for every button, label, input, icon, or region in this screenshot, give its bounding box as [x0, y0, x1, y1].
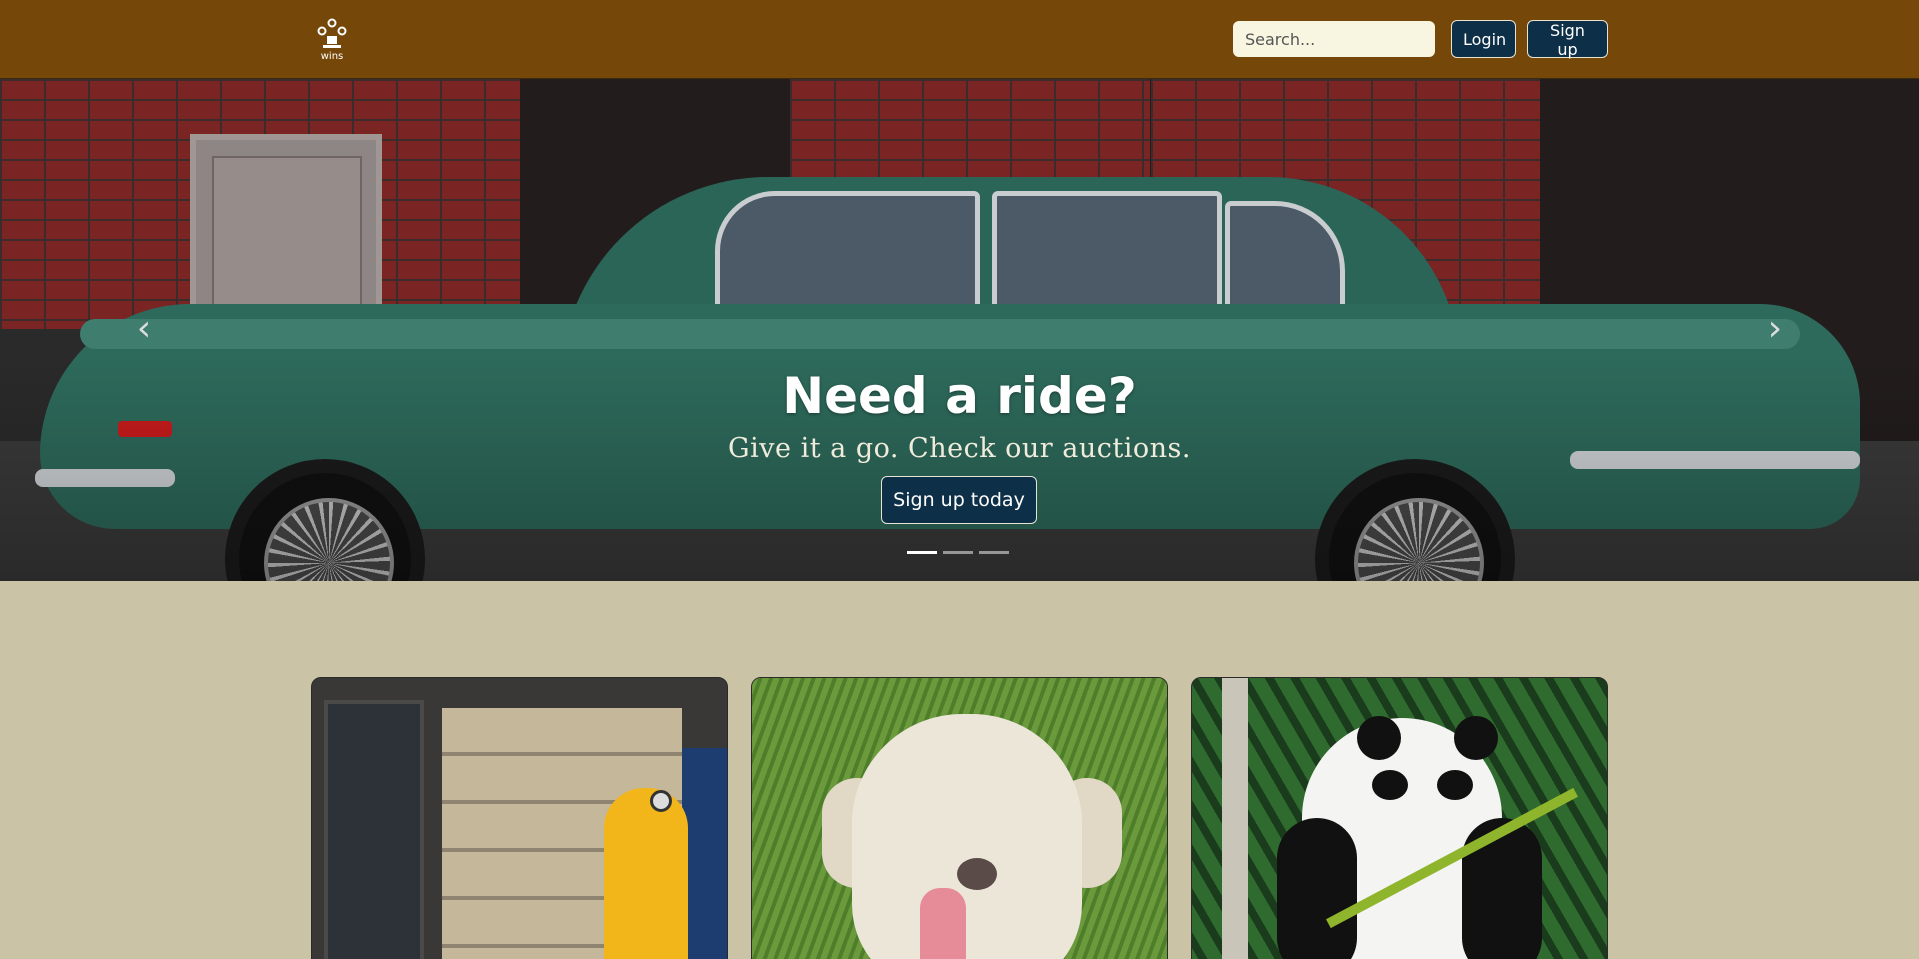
chevron-left-icon: ‹	[136, 308, 152, 349]
signup-button[interactable]: Sign up	[1527, 20, 1608, 59]
top-navbar: wins Login Sign up	[0, 0, 1919, 79]
signup-today-button[interactable]: Sign up today	[881, 476, 1037, 524]
carousel-indicator-1[interactable]	[907, 551, 937, 554]
carousel-indicator-3[interactable]	[979, 551, 1009, 554]
login-button[interactable]: Login	[1451, 20, 1516, 58]
hero-carousel: ‹ › Need a ride? Give it a go. Check our…	[0, 79, 1919, 581]
carousel-indicator-2[interactable]	[943, 551, 973, 554]
wins-logo[interactable]: wins	[312, 18, 352, 62]
card-panda[interactable]	[1191, 677, 1608, 959]
card-dog[interactable]	[751, 677, 1168, 959]
hero-subtitle: Give it a go. Check our auctions.	[728, 433, 1191, 464]
carousel-indicators	[907, 551, 1009, 554]
chevron-right-icon: ›	[1767, 308, 1783, 349]
hero-title: Need a ride?	[782, 367, 1137, 425]
logo-icon: wins	[317, 18, 347, 62]
search-input[interactable]	[1233, 21, 1435, 57]
card-scooter[interactable]	[311, 677, 728, 959]
carousel-prev-button[interactable]: ‹	[124, 309, 164, 349]
logo-text: wins	[321, 51, 344, 62]
carousel-next-button[interactable]: ›	[1755, 309, 1795, 349]
